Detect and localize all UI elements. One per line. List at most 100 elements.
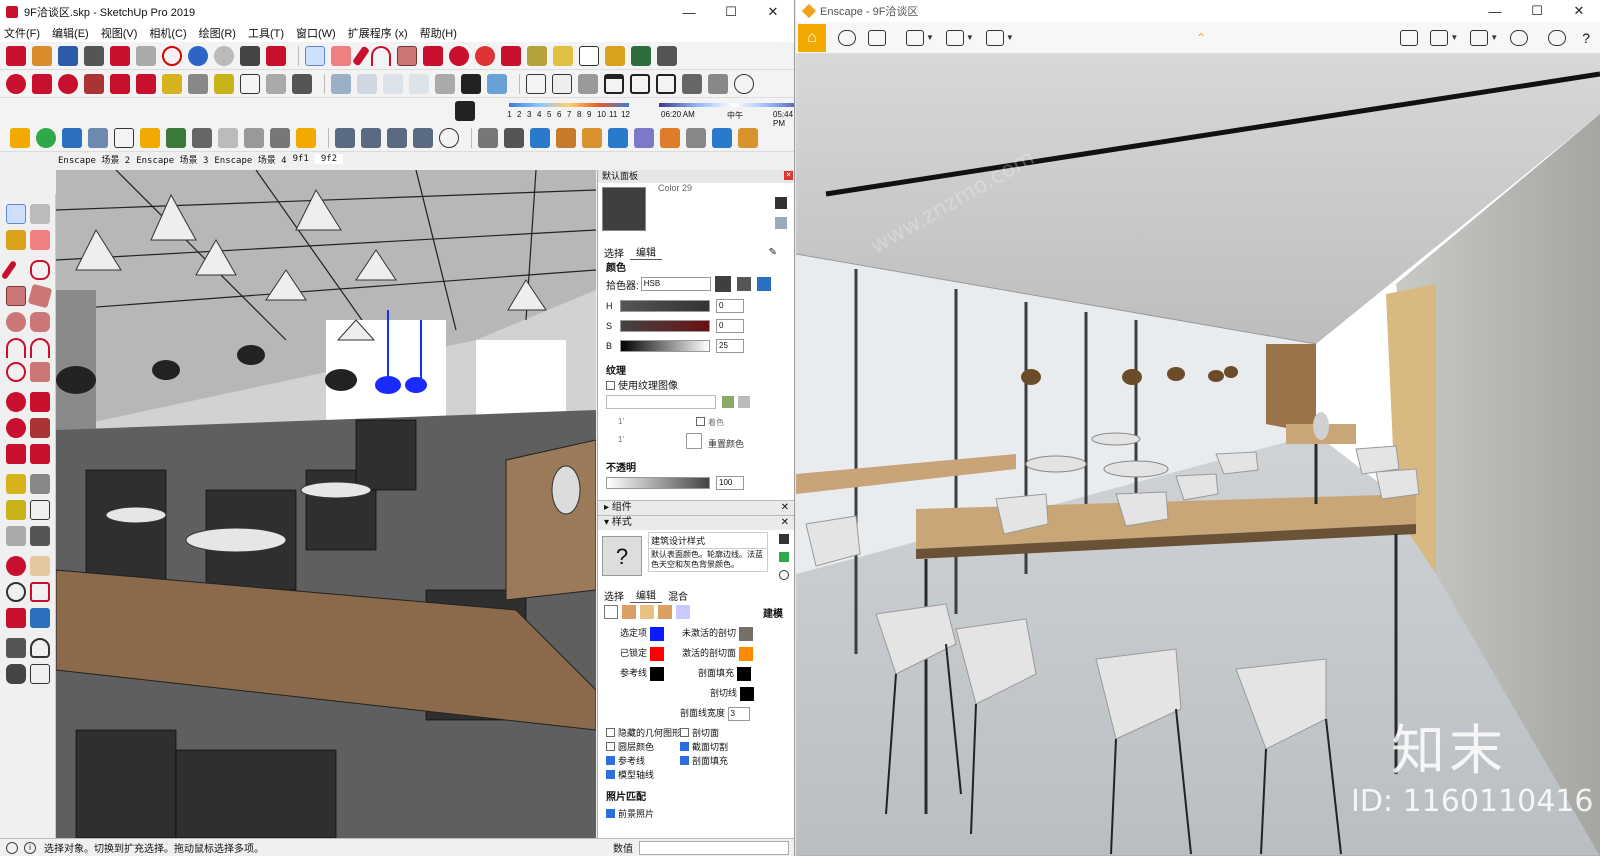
rotate-tool-icon[interactable]: [58, 73, 78, 94]
protractor-left-icon[interactable]: [6, 500, 26, 520]
trim-icon[interactable]: [712, 127, 732, 148]
picker-select[interactable]: HSB: [640, 277, 711, 291]
walk-icon[interactable]: [6, 664, 26, 684]
tape-icon[interactable]: [162, 73, 182, 94]
edge-settings-icon[interactable]: [604, 605, 618, 619]
web-icon[interactable]: [439, 127, 459, 148]
text-left-icon[interactable]: [30, 500, 50, 520]
style-tab-mix[interactable]: 混合: [662, 588, 694, 603]
rectangle-icon[interactable]: [397, 45, 417, 66]
material-name[interactable]: Color 29: [658, 183, 692, 193]
reset-color-label[interactable]: 重置颜色: [708, 437, 744, 450]
tab-edit[interactable]: 编辑: [630, 244, 662, 260]
scene-tab[interactable]: Enscape 场景 3: [136, 153, 208, 166]
arc-tool-icon[interactable]: [6, 338, 26, 358]
enscape-asset-icon[interactable]: [166, 127, 186, 148]
visual-settings-icon[interactable]: [1548, 29, 1567, 46]
sandbox-smoove-icon[interactable]: [530, 127, 550, 148]
orbit-left-icon[interactable]: [6, 556, 26, 576]
b-slider[interactable]: [620, 340, 710, 352]
check-box[interactable]: [606, 756, 615, 765]
tab-select[interactable]: 选择: [598, 245, 630, 260]
use-texture-row[interactable]: 使用纹理图像: [598, 377, 794, 393]
foreground-photo-checkbox[interactable]: [606, 809, 615, 818]
left-view-icon[interactable]: [461, 73, 481, 94]
browse-texture-icon[interactable]: [722, 396, 734, 408]
house-icon[interactable]: [604, 73, 624, 94]
minimize-button[interactable]: —: [668, 5, 710, 20]
scene-tab[interactable]: 9f1: [293, 154, 309, 164]
warehouse-house-icon[interactable]: [630, 73, 650, 94]
chevron-down-icon[interactable]: ▼: [1006, 33, 1014, 42]
group-icon[interactable]: [708, 73, 728, 94]
enscape-screenshot-icon[interactable]: [114, 127, 134, 148]
style-name-field[interactable]: 建筑设计样式: [648, 532, 768, 549]
offset-left-icon[interactable]: [30, 444, 50, 464]
components-section-bar[interactable]: ▸ 组件 ✕: [598, 500, 794, 515]
cut-icon[interactable]: [84, 45, 104, 66]
freehand-tool-icon[interactable]: [30, 260, 50, 280]
label-icon[interactable]: [240, 73, 260, 94]
styles-close-icon[interactable]: ✕: [781, 516, 789, 530]
move-tool-icon[interactable]: [6, 73, 26, 94]
redo-icon[interactable]: [214, 45, 234, 66]
asset-library-icon[interactable]: [1430, 29, 1449, 46]
sandbox-grid-icon[interactable]: [504, 127, 524, 148]
help-icon[interactable]: ?: [1582, 30, 1590, 46]
time-slider[interactable]: [659, 103, 794, 107]
offset-tool-icon[interactable]: [136, 73, 156, 94]
check-box[interactable]: [680, 728, 689, 737]
scale-left-icon[interactable]: [6, 444, 26, 464]
selected-color-swatch[interactable]: [649, 626, 664, 641]
enscape-info-icon[interactable]: [296, 127, 316, 148]
sandbox-icon[interactable]: [478, 127, 498, 148]
move-icon[interactable]: [449, 45, 469, 66]
eyedropper-icon[interactable]: ✎: [763, 247, 783, 258]
polygon-tool-icon[interactable]: [30, 312, 50, 332]
face-settings-icon[interactable]: [622, 605, 636, 619]
batch-render-icon[interactable]: [906, 29, 924, 46]
panorama-icon[interactable]: [361, 127, 381, 148]
section-plane-icon[interactable]: [30, 664, 50, 684]
pan-left-icon[interactable]: [30, 556, 50, 576]
tray-close-icon[interactable]: ✕: [784, 171, 793, 180]
eraser-icon[interactable]: [331, 45, 351, 66]
building-icon[interactable]: [656, 73, 676, 94]
3dtext-left-icon[interactable]: [30, 526, 50, 546]
sandbox-flip-icon[interactable]: [634, 127, 654, 148]
arc-icon[interactable]: [371, 45, 391, 66]
check-row[interactable]: 圆层颜色: [606, 740, 654, 753]
watermark-settings-icon[interactable]: [658, 605, 672, 619]
sandbox-detail-icon[interactable]: [608, 127, 628, 148]
check-box[interactable]: [680, 756, 689, 765]
sample-paint-icon[interactable]: [775, 197, 787, 209]
eraser-tool-icon[interactable]: [30, 230, 50, 250]
check-row[interactable]: 模型轴线: [606, 768, 654, 781]
select-arrow-icon[interactable]: [305, 45, 325, 66]
reset-color-swatch[interactable]: [686, 433, 702, 449]
dimension-icon[interactable]: [188, 73, 208, 94]
top-view-icon[interactable]: [357, 73, 377, 94]
back-view-icon[interactable]: [435, 73, 455, 94]
previous-view-icon[interactable]: [30, 608, 50, 628]
colorize-row[interactable]: 着色: [696, 417, 724, 428]
rotate-icon[interactable]: [475, 45, 495, 66]
style-description[interactable]: 默认表面颜色。轮廓边线。法蓝色天空和灰色背景颜色。: [648, 548, 768, 572]
enscape-capture-icon[interactable]: [88, 127, 108, 148]
print-icon[interactable]: [240, 45, 260, 66]
paste-icon[interactable]: [136, 45, 156, 66]
menu-tools[interactable]: 工具(T): [248, 25, 284, 41]
enscape-maximize-button[interactable]: ☐: [1516, 3, 1558, 19]
refresh-style-icon[interactable]: [779, 570, 789, 580]
undo-icon[interactable]: [188, 45, 208, 66]
position-camera-icon[interactable]: [6, 638, 26, 658]
dimension-left-icon[interactable]: [30, 474, 50, 494]
components-close-icon[interactable]: ✕: [781, 501, 789, 515]
enscape-sliders-icon[interactable]: [244, 127, 264, 148]
protractor-icon[interactable]: [214, 73, 234, 94]
texture-height[interactable]: 1': [618, 435, 624, 444]
camera-icon[interactable]: [868, 29, 886, 46]
s-value[interactable]: 0: [716, 319, 744, 333]
map-icon[interactable]: [1400, 29, 1419, 46]
copy-icon[interactable]: [110, 45, 130, 66]
